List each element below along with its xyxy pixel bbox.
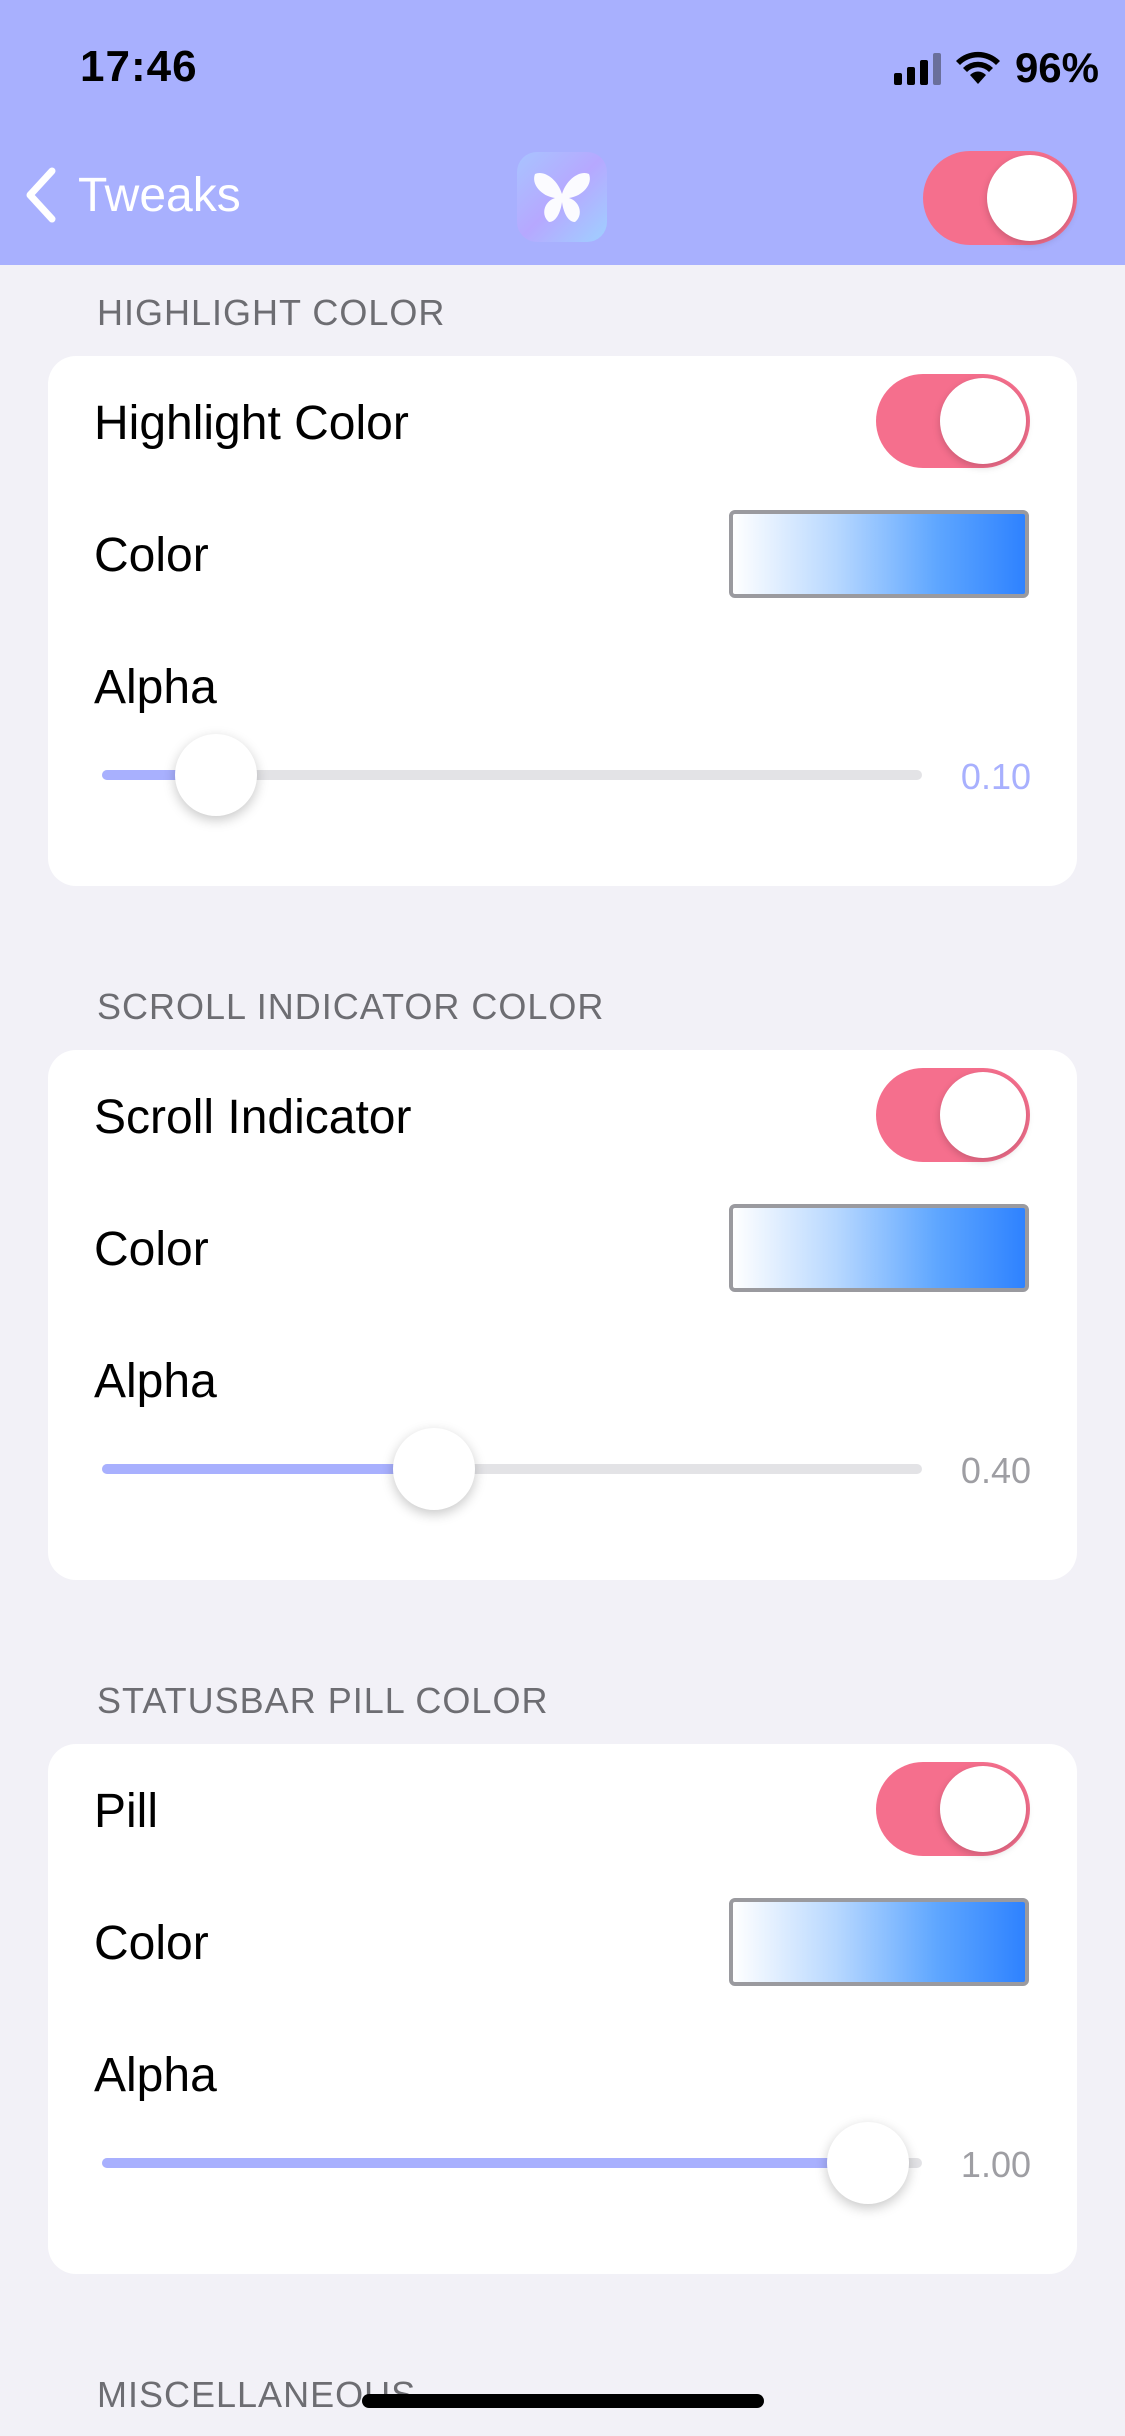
home-indicator xyxy=(362,2394,764,2408)
scroll-indicator-toggle-label: Scroll Indicator xyxy=(94,1091,412,1144)
scroll-indicator-alpha-value: 0.40 xyxy=(960,1450,1031,1491)
app-logo xyxy=(517,152,607,242)
highlight-color-toggle-label: Highlight Color xyxy=(94,397,409,450)
slider-thumb[interactable] xyxy=(392,1428,475,1510)
master-enable-toggle[interactable] xyxy=(923,151,1077,245)
slider-thumb[interactable] xyxy=(827,2122,909,2204)
pill-alpha-value: 1.00 xyxy=(960,2144,1031,2185)
navigation-bar: 17:46 96% Tweaks xyxy=(0,0,1125,265)
battery-percentage: 96% xyxy=(1014,44,1099,91)
highlight-color-card: Highlight Color Color Alpha 0.10 xyxy=(48,356,1077,886)
scroll-indicator-toggle[interactable] xyxy=(876,1068,1030,1162)
pill-alpha-slider[interactable] xyxy=(102,2120,922,2206)
status-indicators: 96% xyxy=(893,44,1099,92)
scroll-indicator-alpha-slider[interactable] xyxy=(102,1426,922,1512)
highlight-color-swatch[interactable] xyxy=(729,510,1029,598)
cellular-signal-icon xyxy=(893,51,941,85)
chevron-left-icon xyxy=(26,167,56,223)
pill-alpha-label: Alpha xyxy=(94,2049,217,2102)
butterfly-icon xyxy=(534,172,590,222)
pill-color-swatch[interactable] xyxy=(729,1898,1029,1986)
statusbar-pill-card: Pill Color Alpha 1.00 xyxy=(48,1744,1077,2274)
status-time: 17:46 xyxy=(80,42,198,91)
section-header-statusbar-pill-color: STATUSBAR PILL COLOR xyxy=(97,1680,549,1721)
section-header-highlight-color: HIGHLIGHT COLOR xyxy=(97,292,446,333)
scroll-indicator-color-label: Color xyxy=(94,1223,209,1276)
scroll-indicator-card: Scroll Indicator Color Alpha 0.40 xyxy=(48,1050,1077,1580)
back-button-label: Tweaks xyxy=(78,168,241,222)
section-header-scroll-indicator-color: SCROLL INDICATOR COLOR xyxy=(97,986,605,1027)
scroll-indicator-alpha-label: Alpha xyxy=(94,1355,217,1408)
pill-toggle[interactable] xyxy=(876,1762,1030,1856)
highlight-alpha-value: 0.10 xyxy=(960,756,1031,797)
pill-color-label: Color xyxy=(94,1917,209,1970)
highlight-alpha-slider[interactable] xyxy=(102,732,922,818)
scroll-indicator-swatch[interactable] xyxy=(729,1204,1029,1292)
back-button[interactable]: Tweaks xyxy=(22,165,241,225)
slider-thumb[interactable] xyxy=(175,734,258,816)
highlight-color-color-label: Color xyxy=(94,529,209,582)
wifi-icon xyxy=(955,51,1000,84)
highlight-color-alpha-label: Alpha xyxy=(94,661,217,714)
pill-toggle-label: Pill xyxy=(94,1785,159,1838)
highlight-color-toggle[interactable] xyxy=(876,374,1030,468)
